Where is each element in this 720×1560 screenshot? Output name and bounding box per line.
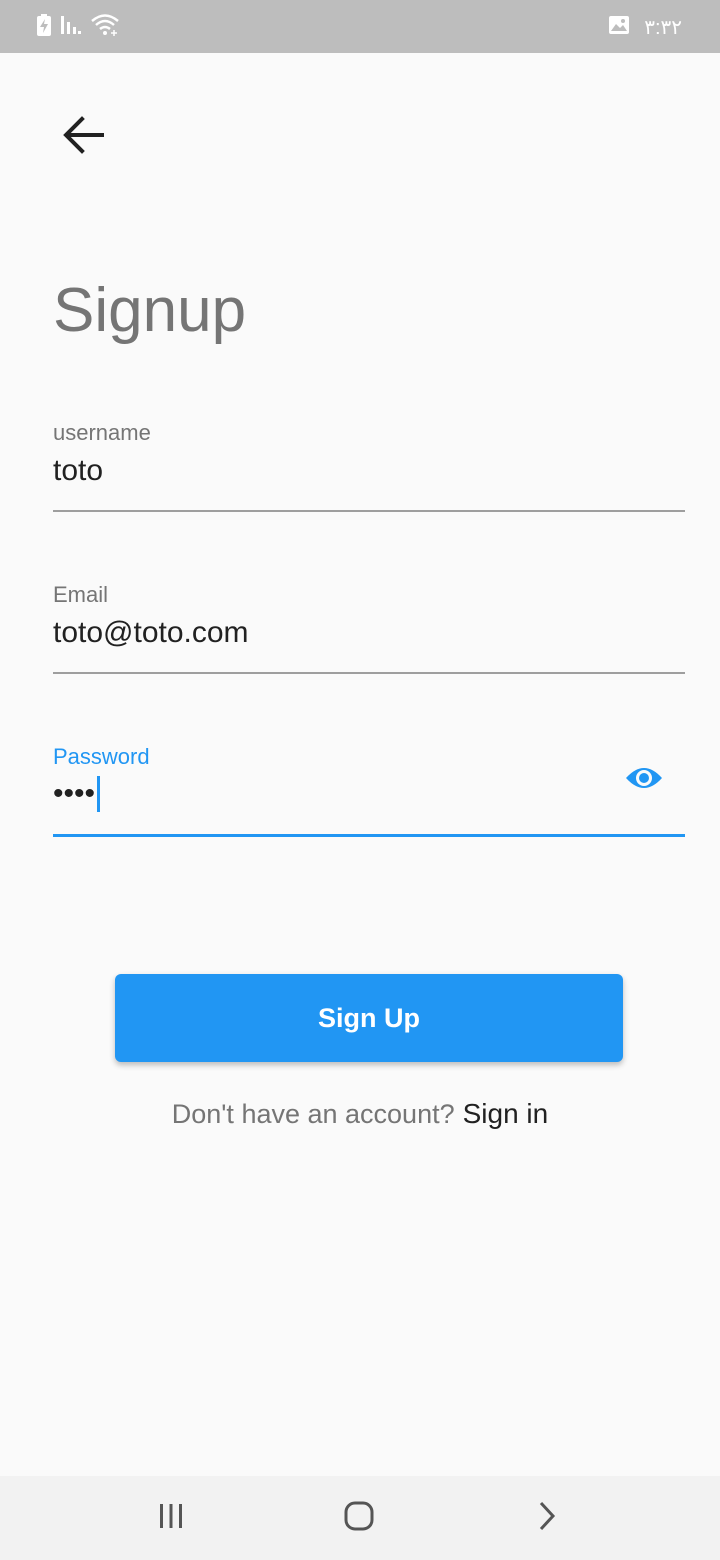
username-field[interactable]: username toto <box>53 420 685 512</box>
sign-in-link[interactable]: Sign in <box>463 1098 549 1130</box>
password-underline <box>53 834 685 837</box>
username-underline <box>53 510 685 512</box>
text-cursor <box>97 776 101 812</box>
status-bar: ۳:۳۲ <box>0 0 720 53</box>
home-icon <box>343 1500 375 1537</box>
back-chevron-icon <box>534 1500 558 1537</box>
status-time: ۳:۳۲ <box>644 16 682 39</box>
toggle-password-visibility-button[interactable] <box>623 762 665 798</box>
account-prompt-row: Don't have an account? Sign in <box>0 1094 720 1134</box>
status-icons-right: ۳:۳۲ <box>608 14 682 40</box>
sign-up-button[interactable]: Sign Up <box>115 974 623 1062</box>
gallery-notification-icon <box>608 15 630 40</box>
page-title: Signup <box>53 276 247 345</box>
password-masked-value: •••• <box>53 777 96 810</box>
email-field[interactable]: Email toto@toto.com <box>53 582 685 674</box>
battery-charging-icon <box>36 13 52 42</box>
password-field[interactable]: Password •••• <box>53 744 685 837</box>
home-button[interactable] <box>334 1496 384 1540</box>
system-back-button[interactable] <box>521 1496 571 1540</box>
system-navigation-bar <box>0 1476 720 1560</box>
arrow-left-icon <box>62 115 106 160</box>
password-input[interactable]: •••• <box>53 776 101 812</box>
username-input[interactable]: toto <box>53 454 103 488</box>
back-button[interactable] <box>54 108 114 166</box>
wifi-icon <box>90 13 120 42</box>
signal-icon <box>60 14 82 41</box>
email-label: Email <box>53 582 109 607</box>
eye-icon <box>624 764 664 797</box>
email-underline <box>53 672 685 674</box>
password-label: Password <box>53 744 150 769</box>
status-icons-left <box>36 13 120 42</box>
account-prompt-text: Don't have an account? <box>171 1098 455 1129</box>
recent-apps-icon <box>157 1502 185 1535</box>
recent-apps-button[interactable] <box>146 1496 196 1540</box>
email-input[interactable]: toto@toto.com <box>53 616 249 650</box>
username-label: username <box>53 420 151 445</box>
